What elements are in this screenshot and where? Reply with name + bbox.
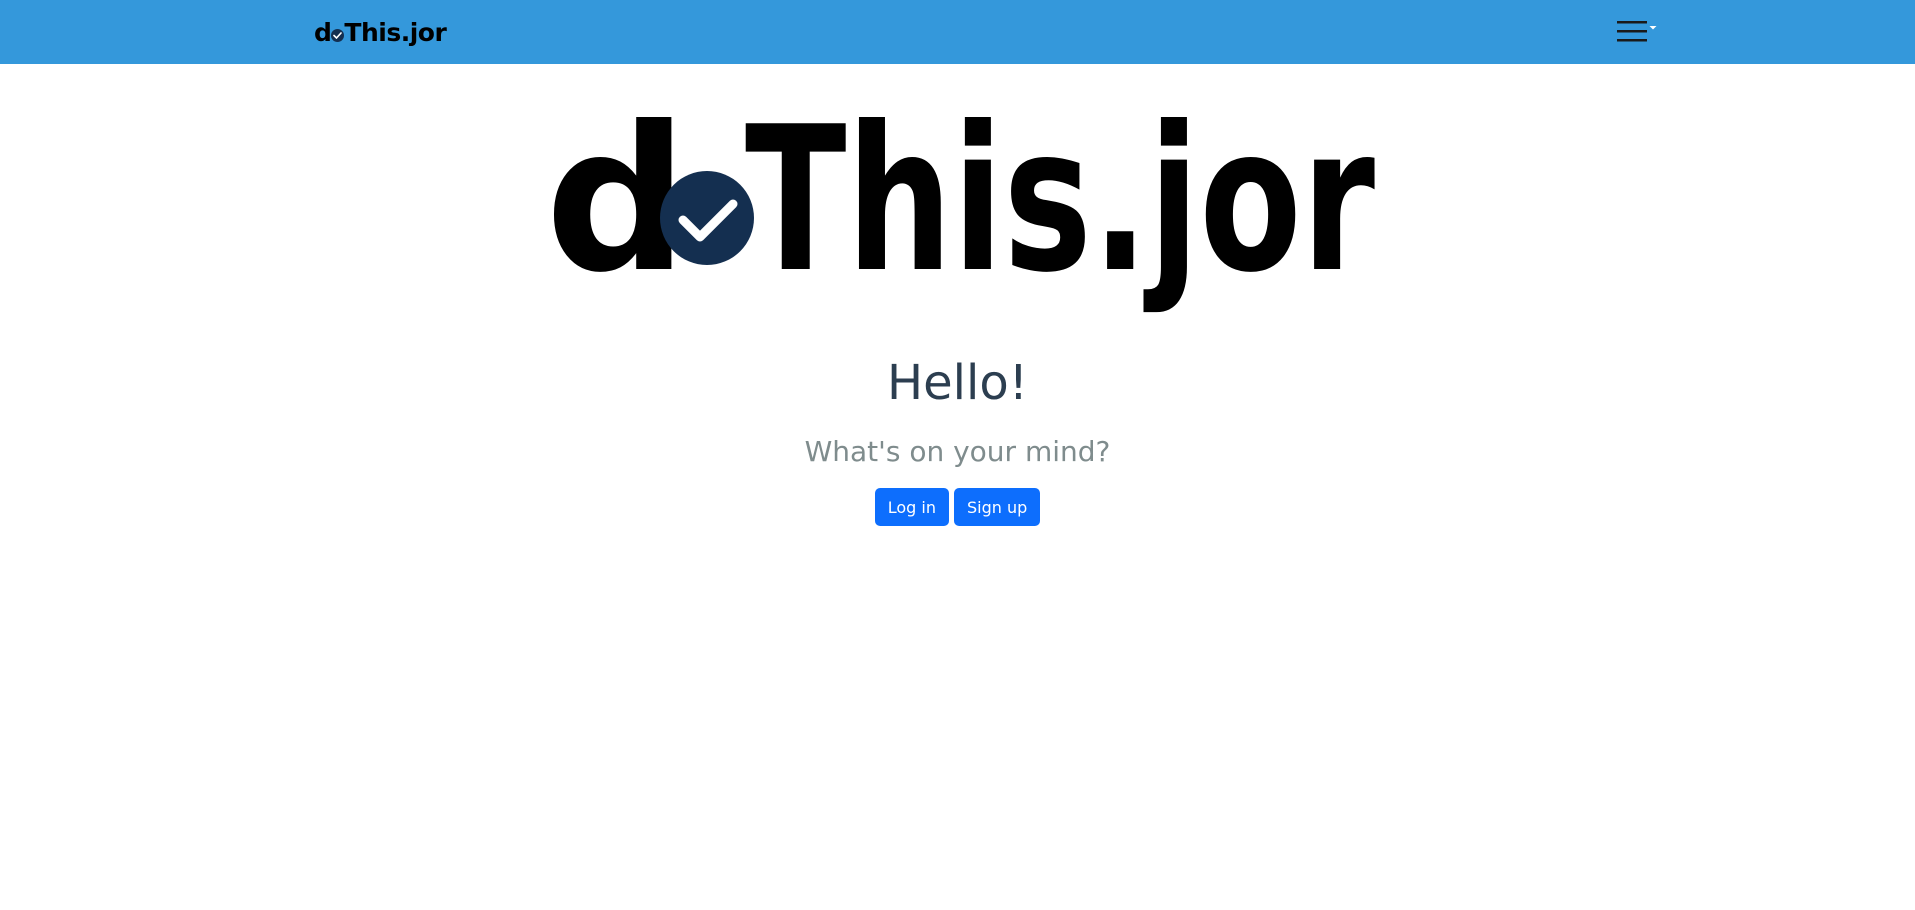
top-navbar: d This.jor <box>0 0 1915 64</box>
brand-prefix: d <box>314 17 332 47</box>
caret-down-icon <box>1649 26 1657 30</box>
signup-button[interactable]: Sign up <box>953 488 1041 526</box>
hero-logo-suffix: This.jor <box>745 112 1375 317</box>
navbar-brand-logo[interactable]: d This.jor <box>314 14 447 50</box>
hero-logo: d This.jor <box>545 112 1375 317</box>
brand-suffix: This.jor <box>344 17 447 47</box>
greeting-heading: Hello! <box>887 355 1028 411</box>
menu-dropdown-toggle[interactable] <box>1610 16 1660 48</box>
check-circle-icon <box>660 171 754 265</box>
hamburger-menu-icon <box>1617 21 1647 42</box>
subtitle-text: What's on your mind? <box>804 435 1111 468</box>
auth-actions: Log in Sign up <box>0 488 1915 526</box>
login-button[interactable]: Log in <box>874 488 949 526</box>
check-circle-icon <box>331 28 345 42</box>
